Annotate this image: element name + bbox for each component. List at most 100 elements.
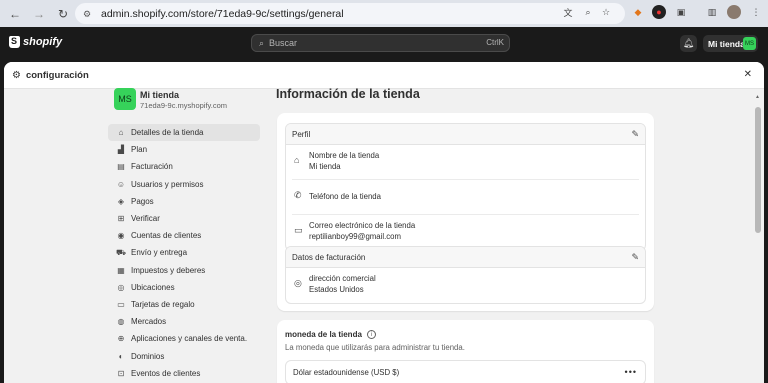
sidebar-item-customer-accounts[interactable]: ◉ Cuentas de clientes — [108, 227, 260, 244]
logo-text: shopify — [23, 36, 63, 48]
search-icon: ⌕ — [259, 37, 265, 48]
sidebar-item-apps[interactable]: ⊕ Aplicaciones y canales de venta. — [108, 330, 260, 347]
scrollbar-thumb[interactable] — [755, 107, 761, 233]
currency-row: Dólar estadounidense (USD $) ••• — [285, 360, 646, 383]
search-input[interactable]: ⌕ Buscar CtrlK — [251, 34, 510, 52]
billing-section: Datos de facturación ✎ ◎ dirección comer… — [285, 246, 646, 304]
notifications-bell-icon[interactable]: 🔔︎ — [680, 35, 697, 52]
profile-title: Perfil — [292, 129, 311, 139]
sidebar-item-store-details[interactable]: ⌂ Detalles de la tienda — [108, 124, 260, 142]
sidebar-item-gift-cards[interactable]: ▭ Tarjetas de regalo — [108, 296, 260, 313]
sidebar-item-label: Ubicaciones — [131, 282, 175, 292]
store-email-row: ▭ Correo electrónico de la tienda reptil… — [292, 215, 639, 250]
profile-section: Perfil ✎ ⌂ Nombre de la tienda Mi tienda… — [285, 123, 646, 251]
payments-icon: ◈ — [117, 196, 125, 206]
more-actions-icon[interactable]: ••• — [625, 367, 637, 377]
sidebar-store-name: Mi tienda — [140, 90, 180, 100]
gear-icon: ⚙ — [12, 69, 21, 81]
zoom-icon[interactable]: ⌕ — [581, 5, 595, 19]
sidebar-item-billing[interactable]: ▤ Facturación — [108, 158, 260, 175]
truck-icon: ⛟ — [116, 247, 127, 257]
sidebar-item-payments[interactable]: ◈ Pagos — [108, 193, 260, 210]
sidebar-item-locations[interactable]: ◎ Ubicaciones — [108, 279, 260, 296]
translate-icon[interactable]: 文 — [561, 5, 575, 19]
close-icon[interactable]: ✕ — [744, 69, 752, 80]
sidebar-item-users[interactable]: ☺ Usuarios y permisos — [108, 176, 260, 193]
users-icon: ☺ — [116, 179, 126, 189]
store-name-row: ⌂ Nombre de la tienda Mi tienda — [292, 145, 639, 180]
currency-title-text: moneda de la tienda — [285, 330, 362, 339]
location-icon: ◎ — [294, 278, 302, 288]
billing-address-row: ◎ dirección comercial Estados Unidos — [292, 268, 639, 303]
apps-icon: ⊕ — [117, 334, 125, 344]
site-info-icon[interactable]: ⚙ — [83, 9, 93, 19]
profile-header: Perfil ✎ — [286, 124, 645, 145]
sidebar-item-label: Cuentas de clientes — [131, 231, 202, 241]
email-icon: ▭ — [294, 225, 303, 235]
gift-card-icon: ▭ — [117, 299, 125, 309]
store-menu-button[interactable]: Mi tienda MS — [703, 35, 758, 52]
modal-title: configuración — [25, 69, 89, 81]
location-icon: ◎ — [117, 282, 125, 292]
edit-billing-pencil-icon[interactable]: ✎ — [631, 252, 639, 263]
sidebar-item-checkout[interactable]: ⊞ Verificar — [108, 210, 260, 227]
sidebar-item-shipping[interactable]: ⛟ Envío y entrega — [108, 244, 260, 261]
sidebar-item-taxes[interactable]: ▦ Impuestos y deberes — [108, 262, 260, 279]
domain-icon: ◐ — [118, 351, 124, 361]
store-name-value: Mi tienda — [309, 162, 341, 171]
customer-accounts-icon: ◉ — [117, 231, 125, 241]
currency-subtitle: La moneda que utilizarás para administra… — [285, 343, 465, 352]
store-name-label: Nombre de la tienda — [309, 151, 380, 160]
currency-value: Dólar estadounidense (USD $) — [293, 368, 400, 377]
shopify-bag-icon — [9, 36, 20, 48]
store-icon: ⌂ — [294, 155, 300, 165]
extensions-puzzle-icon[interactable]: ▣ — [674, 5, 688, 19]
back-button[interactable]: ← — [6, 5, 24, 23]
store-email-label: Correo electrónico de la tienda — [309, 221, 416, 230]
sidebar-item-label: Pagos — [131, 196, 154, 206]
bookmark-star-icon[interactable]: ☆ — [599, 5, 613, 19]
info-icon[interactable]: i — [366, 330, 376, 339]
sidebar-item-label: Impuestos y deberes — [131, 265, 206, 275]
sidebar-item-label: Tarjetas de regalo — [131, 299, 195, 309]
profile-avatar[interactable] — [727, 5, 741, 19]
store-icon: ⌂ — [118, 128, 124, 138]
sidebar-item-label: Dominios — [131, 351, 165, 361]
modal-header: ⚙ configuración ✕ — [4, 62, 764, 89]
browser-menu-icon[interactable]: ⋮ — [749, 5, 763, 19]
settings-sidebar: ⌂ Detalles de la tienda ▟ Plan ▤ Facturació… — [108, 124, 260, 382]
page-title: Información de la tienda — [276, 87, 420, 101]
chart-icon: ▟ — [117, 145, 125, 155]
store-phone-row: ✆ Teléfono de la tienda — [292, 180, 639, 215]
billing-address-value: Estados Unidos — [309, 285, 364, 294]
reload-button[interactable]: ↻ — [54, 5, 72, 23]
sidebar-item-label: Facturación — [131, 162, 173, 172]
extension-icon[interactable]: ● — [652, 5, 666, 19]
store-phone-label: Teléfono de la tienda — [309, 192, 381, 201]
globe-icon: ◍ — [117, 317, 125, 327]
search-placeholder: Buscar — [269, 38, 298, 48]
address-bar[interactable]: ⚙ admin.shopify.com/store/71eda9-9c/sett… — [75, 3, 625, 24]
sidebar-item-label: Mercados — [131, 317, 167, 327]
sidebar-item-domains[interactable]: ◐ Dominios — [108, 347, 260, 364]
sidebar-item-label: Usuarios y permisos — [131, 179, 204, 189]
shopify-logo[interactable]: shopify — [9, 36, 62, 48]
metamask-extension-icon[interactable]: ◆ — [631, 5, 645, 19]
sidebar-item-label: Aplicaciones y canales de venta. — [131, 334, 248, 344]
sidebar-item-plan[interactable]: ▟ Plan — [108, 141, 260, 158]
side-panel-icon[interactable]: ▥ — [705, 5, 719, 19]
forward-button[interactable]: → — [30, 5, 48, 23]
browser-toolbar: ← → ↻ ⚙ admin.shopify.com/store/71eda9-9… — [0, 0, 768, 27]
phone-icon: ✆ — [294, 190, 302, 200]
billing-title: Datos de facturación — [292, 252, 366, 262]
sidebar-item-label: Detalles de la tienda — [131, 128, 204, 138]
billing-icon: ▤ — [117, 162, 125, 172]
scroll-up-arrow-icon[interactable]: ▲ — [755, 94, 760, 100]
sidebar-item-label: Verificar — [131, 214, 160, 224]
edit-profile-pencil-icon[interactable]: ✎ — [631, 129, 639, 140]
sidebar-item-label: Eventos de clientes — [131, 368, 201, 378]
sidebar-item-customer-events[interactable]: ⊡ Eventos de clientes — [108, 365, 260, 382]
search-shortcut: CtrlK — [486, 38, 504, 47]
sidebar-item-markets[interactable]: ◍ Mercados — [108, 313, 260, 330]
sidebar-item-label: Plan — [131, 145, 148, 155]
